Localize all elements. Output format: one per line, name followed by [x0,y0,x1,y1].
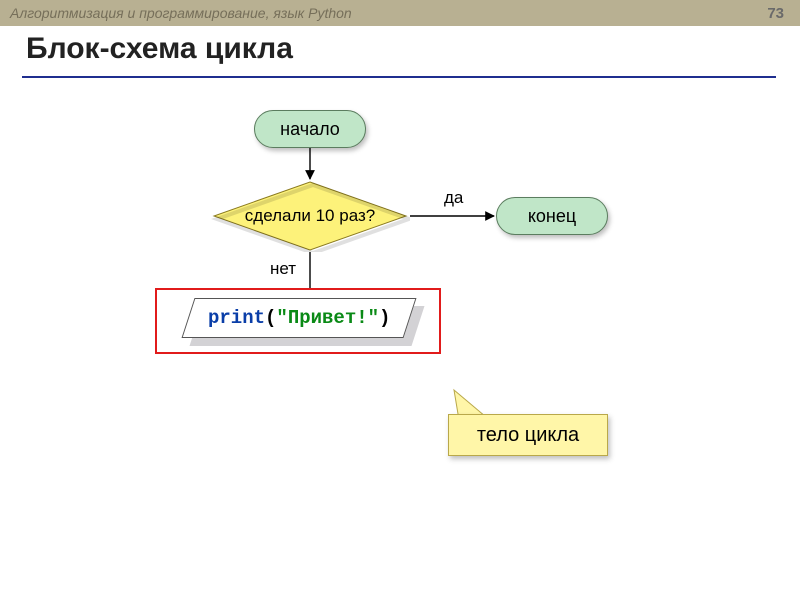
code-open: ( [265,307,276,329]
start-node: начало [254,110,366,148]
end-label: конец [528,206,576,227]
code-string: "Привет!" [276,307,379,329]
branch-no-label: нет [270,259,296,279]
branch-yes-label: да [444,188,463,208]
decision-node: сделали 10 раз? [210,180,410,252]
code-close: ) [379,307,390,329]
start-label: начало [280,119,340,140]
callout-label: тело цикла [477,424,579,447]
process-code: print("Привет!") [208,307,390,329]
code-func: print [208,307,265,329]
decision-label: сделали 10 раз? [210,180,410,252]
process-node: print("Привет!") [182,298,417,338]
end-node: конец [496,197,608,235]
callout: тело цикла [448,414,608,456]
